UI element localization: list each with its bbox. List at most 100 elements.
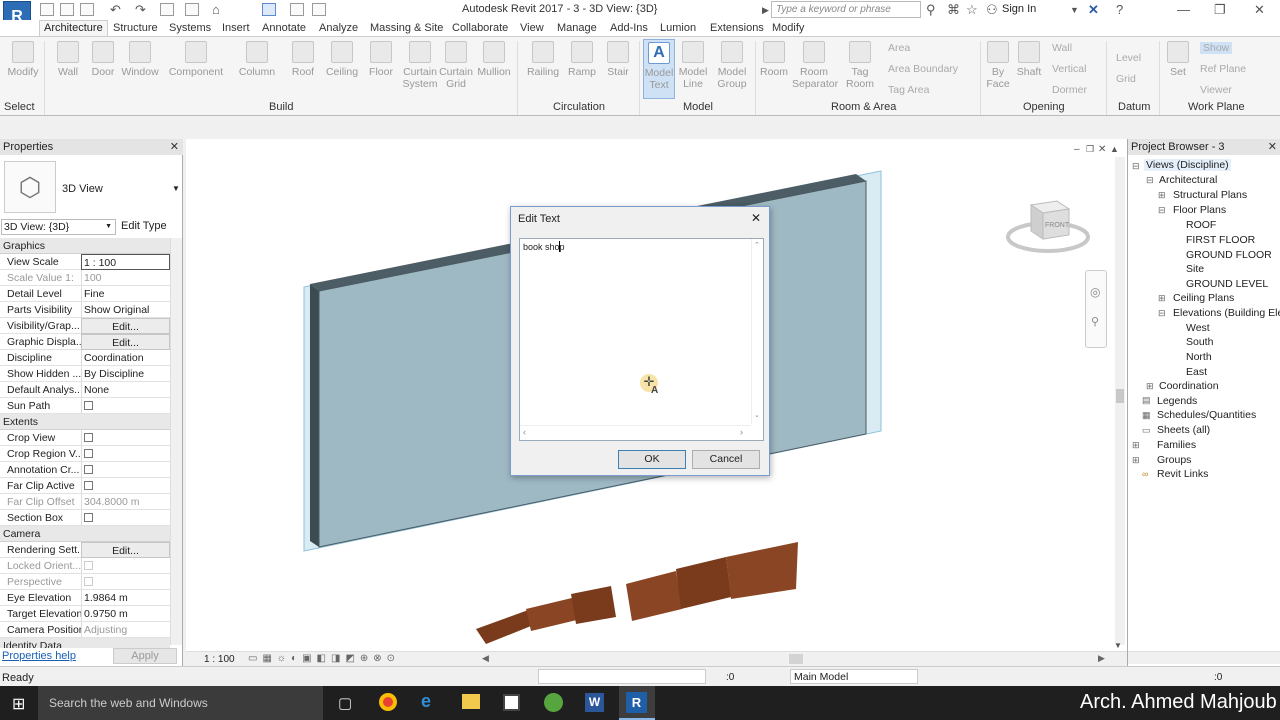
railing-button[interactable]: Railing: [525, 41, 561, 78]
undo-icon[interactable]: ↶: [110, 2, 121, 18]
restore-icon[interactable]: ❐: [1214, 2, 1226, 18]
group-graphics[interactable]: Graphics: [0, 238, 170, 254]
prop-row[interactable]: View Scale 1 : 100: [0, 254, 170, 270]
store-icon[interactable]: [503, 694, 520, 711]
prop-row[interactable]: Crop Region V...: [0, 446, 170, 462]
zoom-icon[interactable]: ⚲: [1091, 315, 1099, 328]
properties-scrollbar[interactable]: [170, 238, 182, 645]
show-work-plane-button[interactable]: Show: [1200, 42, 1233, 54]
prop-row[interactable]: Far Clip Active: [0, 478, 170, 494]
tree-node[interactable]: Ceiling Plans: [1173, 292, 1234, 304]
subscription-icon[interactable]: ⌘: [947, 2, 960, 18]
tree-node[interactable]: FIRST FLOOR: [1186, 234, 1255, 246]
area-boundary-button[interactable]: Area Boundary: [888, 63, 958, 75]
prop-row[interactable]: Discipline Coordination: [0, 350, 170, 366]
collapse-icon[interactable]: ⊟: [1158, 205, 1166, 216]
tab-annotate[interactable]: Annotate: [262, 22, 306, 34]
ref-plane-button[interactable]: Ref Plane: [1200, 63, 1246, 75]
properties-help-link[interactable]: Properties help: [2, 650, 76, 662]
floor-button[interactable]: Floor: [366, 41, 396, 78]
measure-icon[interactable]: [185, 3, 199, 16]
cancel-button[interactable]: Cancel: [692, 450, 760, 469]
tree-node[interactable]: Architectural: [1159, 174, 1217, 186]
tree-node[interactable]: GROUND FLOOR: [1186, 249, 1272, 261]
expand-icon[interactable]: ⊞: [1158, 190, 1166, 201]
scroll-left-icon[interactable]: ◀: [482, 653, 489, 664]
tag-room-button[interactable]: Tag Room: [843, 41, 877, 90]
minimize-view-icon[interactable]: ‒: [1074, 144, 1080, 155]
scroll-down-icon[interactable]: ▼: [1114, 641, 1122, 650]
scroll-right-icon[interactable]: ›: [740, 427, 743, 437]
wall-opening-button[interactable]: Wall: [1052, 42, 1072, 54]
apply-button[interactable]: Apply: [113, 648, 177, 664]
tree-node[interactable]: Sheets (all): [1157, 424, 1210, 436]
design-option-selector[interactable]: Main Model: [790, 669, 918, 684]
collapse-icon[interactable]: ⊟: [1158, 308, 1166, 319]
canvas-scrollbar-thumb[interactable]: [1116, 389, 1124, 403]
close-hidden-windows-icon[interactable]: [290, 3, 304, 16]
task-view-icon[interactable]: ▢: [338, 694, 352, 712]
prop-row[interactable]: Graphic Displa... Edit...: [0, 334, 170, 350]
tree-node[interactable]: Structural Plans: [1173, 189, 1247, 201]
select-panel-label[interactable]: Select: [4, 101, 35, 113]
prop-row[interactable]: Show Hidden ... By Discipline: [0, 366, 170, 382]
wall-button[interactable]: Wall: [52, 41, 84, 78]
switch-windows-icon[interactable]: [312, 3, 326, 16]
mullion-button[interactable]: Mullion: [476, 41, 512, 78]
prop-row[interactable]: Target Elevation 0.9750 m: [0, 606, 170, 622]
tab-insert[interactable]: Insert: [222, 22, 250, 34]
thin-lines-icon[interactable]: [262, 3, 276, 16]
view-scale-button[interactable]: 1 : 100: [204, 654, 235, 665]
room-separator-button[interactable]: Room Separator: [792, 41, 838, 90]
tree-node[interactable]: Legends: [1157, 395, 1197, 407]
viewcube[interactable]: FRONT: [1005, 197, 1091, 255]
help-icon[interactable]: ?: [1116, 2, 1123, 17]
set-work-plane-button[interactable]: Set: [1164, 41, 1192, 78]
tag-area-button[interactable]: Tag Area: [888, 84, 929, 96]
utorrent-icon[interactable]: [544, 693, 563, 712]
tree-node[interactable]: Views (Discipline): [1144, 159, 1231, 171]
scroll-down-icon[interactable]: ⌄: [754, 411, 760, 419]
close-window-icon[interactable]: ✕: [1254, 2, 1265, 18]
edge-icon[interactable]: e: [421, 691, 431, 712]
expand-icon[interactable]: ⊞: [1158, 293, 1166, 304]
prop-row[interactable]: Default Analys... None: [0, 382, 170, 398]
binoculars-icon[interactable]: ⚲: [926, 2, 936, 18]
taskbar-search[interactable]: Search the web and Windows: [38, 686, 323, 720]
tab-modify[interactable]: Modify: [772, 22, 804, 34]
roof-button[interactable]: Roof: [288, 41, 318, 78]
shaft-button[interactable]: Shaft: [1014, 41, 1044, 78]
crop-view-checkbox[interactable]: [84, 433, 93, 442]
tree-node[interactable]: West: [1186, 322, 1210, 334]
text-area[interactable]: book shop ✛ A ⌃ ⌄ ‹ ›: [519, 238, 764, 441]
area-button[interactable]: Area: [888, 42, 910, 54]
level-button[interactable]: Level: [1116, 52, 1141, 64]
close-icon[interactable]: ✕: [1268, 140, 1277, 153]
by-face-button[interactable]: By Face: [984, 41, 1012, 90]
component-button[interactable]: Component: [168, 41, 224, 78]
navigation-bar[interactable]: ◎ ⚲: [1085, 270, 1107, 348]
collapse-icon[interactable]: ⊟: [1132, 161, 1140, 172]
text-area-hscrollbar[interactable]: ‹ ›: [520, 425, 751, 439]
scroll-left-icon[interactable]: ‹: [523, 427, 526, 437]
steering-wheel-icon[interactable]: ◎: [1090, 285, 1100, 299]
prop-row[interactable]: Visibility/Grap... Edit...: [0, 318, 170, 334]
tree-node[interactable]: East: [1186, 366, 1207, 378]
expand-arrow-icon[interactable]: ▶: [762, 5, 769, 16]
type-dropdown-icon[interactable]: ▼: [172, 184, 180, 193]
tab-extensions[interactable]: Extensions: [710, 22, 764, 34]
section-box-checkbox[interactable]: [84, 513, 93, 522]
text-area-scrollbar[interactable]: ⌃ ⌄: [751, 239, 763, 424]
viewer-button[interactable]: Viewer: [1200, 84, 1232, 96]
restore-view-icon[interactable]: ❐: [1086, 144, 1094, 154]
edit-button[interactable]: Edit...: [81, 334, 170, 350]
tab-architecture[interactable]: Architecture: [39, 20, 108, 37]
print-icon[interactable]: [160, 3, 174, 16]
model-text-button[interactable]: A Model Text: [643, 39, 675, 99]
expand-icon[interactable]: ⊞: [1132, 455, 1140, 466]
tree-node[interactable]: ROOF: [1186, 219, 1216, 231]
model-group-button[interactable]: Model Group: [714, 41, 750, 90]
group-extents[interactable]: Extents: [0, 414, 170, 430]
sign-in-link[interactable]: Sign In: [1002, 3, 1036, 15]
prop-row[interactable]: Parts Visibility Show Original: [0, 302, 170, 318]
